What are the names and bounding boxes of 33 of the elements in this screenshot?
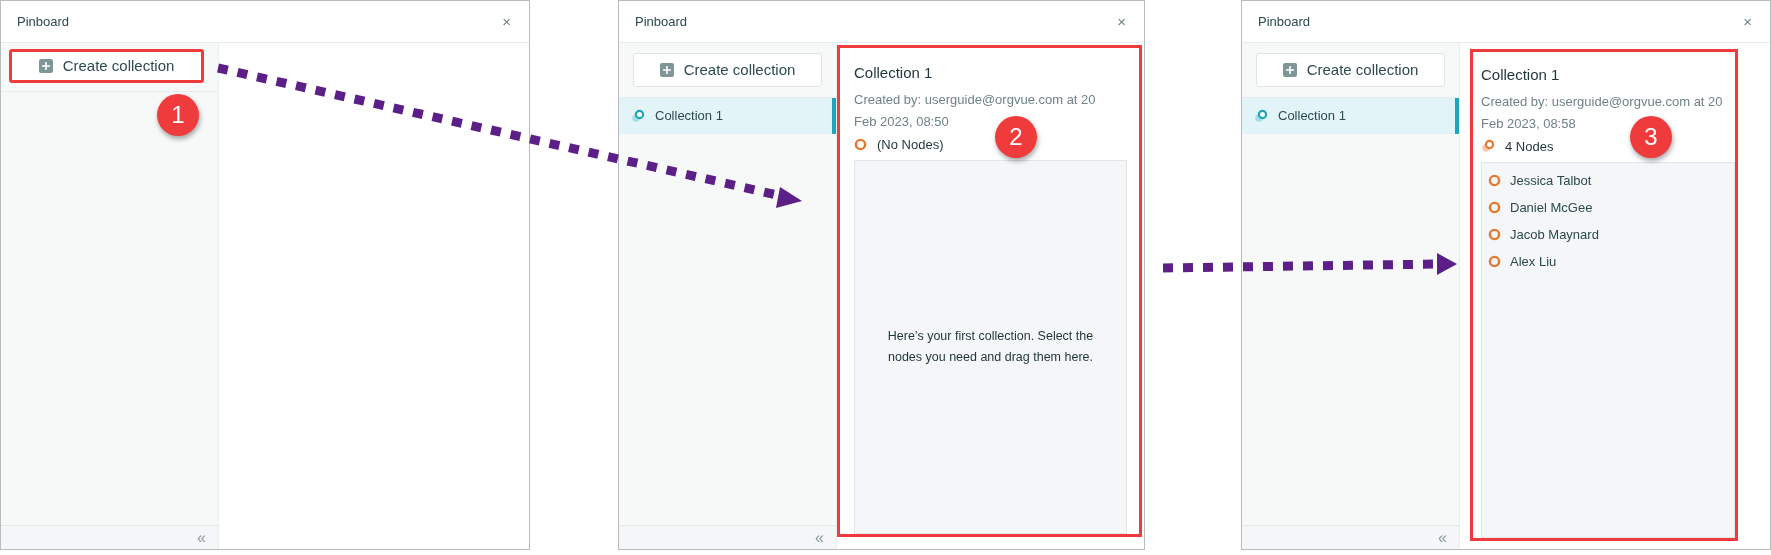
collapse-button[interactable]: « — [197, 529, 206, 546]
window-title: Pinboard — [17, 12, 70, 31]
ring-icon — [1488, 255, 1501, 268]
ring-icon — [1488, 174, 1501, 187]
collapse-button[interactable]: « — [1438, 529, 1447, 546]
plus-icon — [659, 63, 674, 77]
collection-item[interactable]: Collection 1 — [1242, 98, 1459, 134]
create-collection-button[interactable]: Create collection — [1256, 53, 1445, 87]
node-name: Alex Liu — [1510, 252, 1557, 271]
node-count: 4 Nodes — [1505, 137, 1554, 156]
window-title: Pinboard — [635, 12, 688, 31]
node-name: Daniel McGee — [1510, 198, 1593, 217]
collection-title: Collection 1 — [1481, 65, 1561, 85]
close-button[interactable]: × — [1115, 14, 1128, 29]
close-button[interactable]: × — [1741, 14, 1754, 29]
empty-message: Here’s your first collection. Select the nodes you need and drag them here. — [886, 328, 1095, 366]
ring-icon — [1488, 201, 1501, 214]
ring-icon — [1488, 228, 1501, 241]
callout-number: 2 — [995, 116, 1037, 158]
node-count: (No Nodes) — [877, 135, 944, 154]
plus-icon — [1282, 63, 1297, 77]
collection-item[interactable]: Collection 1 — [619, 98, 836, 134]
create-collection-button[interactable]: Create collection — [9, 49, 204, 83]
stacked-rings-icon — [1254, 109, 1268, 123]
close-button[interactable]: × — [500, 14, 513, 29]
window-title: Pinboard — [1258, 12, 1311, 31]
node-name: Jessica Talbot — [1510, 171, 1592, 190]
node-name: Jacob Maynard — [1510, 225, 1599, 244]
create-collection-button[interactable]: Create collection — [633, 53, 822, 87]
collection-title: Collection 1 — [854, 63, 934, 83]
stacked-rings-icon — [631, 109, 645, 123]
plus-icon — [38, 59, 53, 73]
collapse-button[interactable]: « — [815, 529, 824, 546]
